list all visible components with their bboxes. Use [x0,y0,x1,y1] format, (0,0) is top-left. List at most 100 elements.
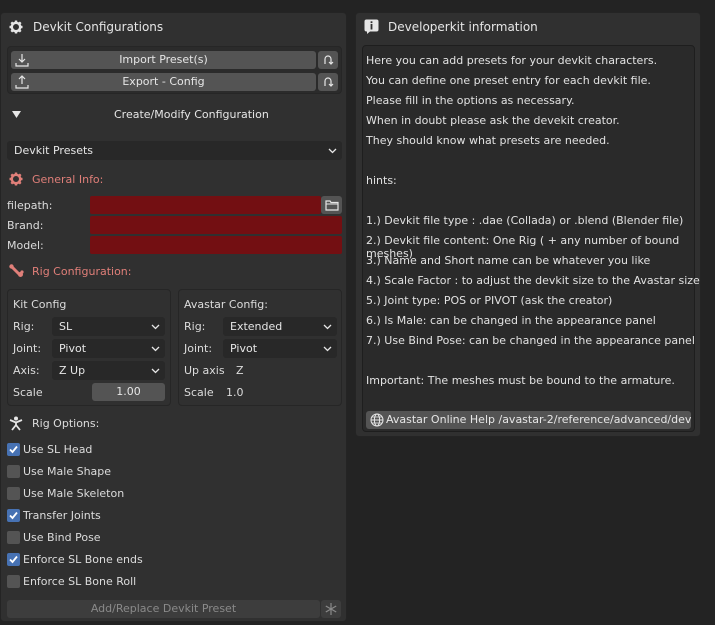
chevron-down-icon [151,368,160,374]
chevron-down-icon [151,346,160,352]
checkmark-icon [9,511,18,520]
kit-joint-value: Pivot [59,342,87,355]
create-modify-label: Create/Modify Configuration [114,108,269,121]
snowflake-icon [325,603,337,615]
chevron-down-icon [151,324,160,330]
option-label: Use Male Skeleton [23,487,125,500]
option-label: Use Bind Pose [23,531,101,544]
info-line: 6.) Is Male: can be changed in the appea… [366,314,656,327]
avastar-upaxis-label: Up axis [184,364,225,377]
option-label: Transfer Joints [23,509,101,522]
avastar-joint-value: Pivot [230,342,258,355]
general-info-heading: General Info: [32,173,104,186]
info-line: 3.) Name and Short name can be whatever … [366,254,651,267]
option-label: Enforce SL Bone ends [23,553,143,566]
add-replace-label: Add/Replace Devkit Preset [90,602,237,615]
triangle-down-icon [12,111,21,118]
kit-axis-select[interactable]: Z Up [52,361,165,380]
snowflake-button[interactable] [321,600,341,618]
option-use-sl-head[interactable]: Use SL Head [7,442,207,458]
export-config-label: Export - Config [122,75,205,88]
avastar-rig-value: Extended [230,320,283,333]
import-presets-button[interactable]: Import Preset(s) [11,51,316,69]
import-reload-button[interactable] [318,51,338,69]
kit-scale-input[interactable]: 1.00 [92,383,165,401]
option-enforce-sl-bone-ends[interactable]: Enforce SL Bone ends [7,552,207,568]
option-label: Use Male Shape [23,465,112,478]
option-use-male-skeleton[interactable]: Use Male Skeleton [7,486,207,502]
option-label: Use SL Head [23,443,93,456]
avastar-upaxis-value: Z [236,364,244,377]
chevron-down-icon [328,148,337,154]
panel-title: Developerkit information [388,20,538,34]
devkit-presets-value: Devkit Presets [14,144,94,157]
gear-icon [9,172,23,186]
filepath-input[interactable] [90,196,321,214]
brand-input[interactable] [90,216,342,234]
option-use-male-shape[interactable]: Use Male Shape [7,464,207,480]
avastar-joint-select[interactable]: Pivot [223,339,337,358]
avastar-scale-value: 1.0 [226,386,244,399]
kit-rig-select[interactable]: SL [52,317,165,336]
rig-configuration-heading: Rig Configuration: [32,265,132,278]
checkbox[interactable] [7,487,20,500]
browse-file-button[interactable] [321,196,342,214]
info-line: Please fill in the options as necessary. [366,94,575,107]
model-label: Model: [7,239,44,252]
kit-joint-select[interactable]: Pivot [52,339,165,358]
panel-header[interactable]: Developerkit information [356,13,700,40]
info-line: hints: [366,174,397,187]
info-line: Important: The meshes must be bound to t… [366,374,675,387]
create-modify-subpanel-header[interactable]: Create/Modify Configuration [7,104,342,126]
avastar-rig-select[interactable]: Extended [223,317,337,336]
reload-icon [324,77,334,87]
import-presets-label: Import Preset(s) [119,53,208,66]
kit-axis-label: Axis: [13,364,40,377]
info-icon [364,19,379,34]
avastar-rig-label: Rig: [184,320,206,333]
checkbox[interactable] [7,465,20,478]
kit-rig-label: Rig: [13,320,35,333]
info-line: 4.) Scale Factor : to adjust the devkit … [366,274,700,287]
brand-label: Brand: [7,219,44,232]
panel-header[interactable]: Devkit Configurations [1,13,346,40]
checkbox-checked[interactable] [7,443,20,456]
checkmark-icon [9,555,18,564]
export-icon [15,75,29,89]
checkbox[interactable] [7,575,20,588]
option-enforce-sl-bone-roll[interactable]: Enforce SL Bone Roll [7,574,207,590]
option-label: Enforce SL Bone Roll [23,575,137,588]
gear-icon [9,20,23,34]
checkbox-checked[interactable] [7,509,20,522]
filepath-label: filepath: [7,199,53,212]
import-icon [15,54,29,67]
option-use-bind-pose[interactable]: Use Bind Pose [7,530,207,546]
reload-icon [324,55,334,65]
checkmark-icon [9,445,18,454]
kit-joint-label: Joint: [13,342,42,355]
devkit-presets-select[interactable]: Devkit Presets [7,141,342,160]
chevron-down-icon [323,346,332,352]
info-line: 5.) Joint type: POS or PIVOT (ask the cr… [366,294,613,307]
bone-icon [9,264,24,277]
info-line: 7.) Use Bind Pose: can be changed in the… [366,334,695,347]
armature-icon [9,416,23,431]
kit-rig-value: SL [59,320,73,333]
avastar-online-help-button[interactable]: Avastar Online Help /avastar-2/reference… [366,411,691,429]
option-transfer-joints[interactable]: Transfer Joints [7,508,207,524]
info-line: 1.) Devkit file type : .dae (Collada) or… [366,214,684,227]
avastar-scale-label: Scale [184,386,214,399]
avastar-joint-label: Joint: [184,342,213,355]
info-line: Here you can add presets for your devkit… [366,54,658,67]
export-reload-button[interactable] [318,73,338,91]
chevron-down-icon [323,324,332,330]
kit-scale-value: 1.00 [116,385,141,398]
export-config-button[interactable]: Export - Config [11,73,316,91]
info-line: When in doubt please ask the devekit cre… [366,114,620,127]
checkbox-checked[interactable] [7,553,20,566]
globe-icon [370,413,384,427]
model-input[interactable] [90,236,342,254]
checkbox[interactable] [7,531,20,544]
avastar-config-title: Avastar Config: [184,298,268,311]
add-replace-preset-button[interactable]: Add/Replace Devkit Preset [7,600,320,618]
